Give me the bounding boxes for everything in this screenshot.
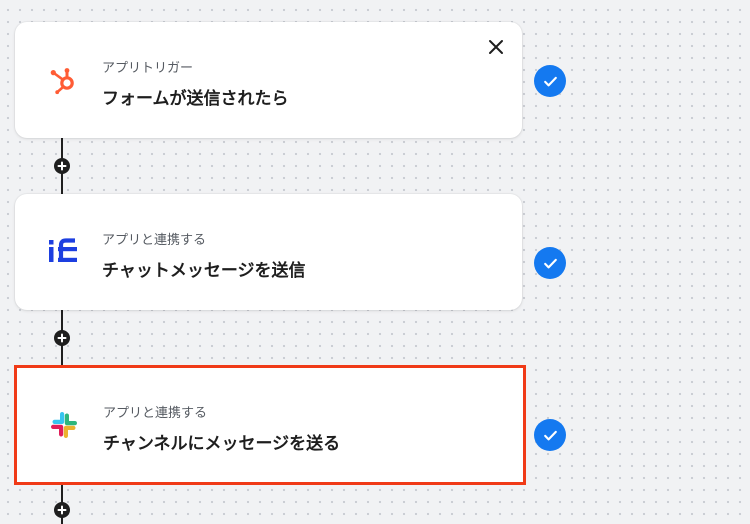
- step-title: フォームが送信されたら: [102, 89, 289, 109]
- flow-step-card-chat[interactable]: アプリと連携する チャットメッセージを送信: [15, 194, 522, 310]
- add-step-button[interactable]: [54, 330, 70, 346]
- plus-icon: [57, 161, 67, 171]
- plus-icon: [57, 333, 67, 343]
- slack-icon: [46, 407, 82, 443]
- flow-step-card-trigger[interactable]: アプリトリガー フォームが送信されたら: [15, 22, 522, 138]
- step-title: チャットメッセージを送信: [102, 261, 306, 281]
- add-step-button[interactable]: [54, 158, 70, 174]
- step-title: チャンネルにメッセージを送る: [103, 434, 341, 454]
- check-icon: [543, 76, 557, 86]
- hubspot-icon: [45, 62, 81, 98]
- check-icon: [543, 258, 557, 268]
- flow-step-card-slack[interactable]: アプリと連携する チャンネルにメッセージを送る: [14, 365, 526, 485]
- step-complete-badge: [534, 65, 566, 97]
- close-icon: [489, 40, 503, 54]
- step-type-label: アプリトリガー: [102, 61, 194, 76]
- close-button[interactable]: [487, 38, 505, 56]
- check-icon: [543, 430, 557, 440]
- step-complete-badge: [534, 247, 566, 279]
- step-complete-badge: [534, 419, 566, 451]
- plus-icon: [57, 505, 67, 515]
- if-logo-icon: [45, 234, 81, 270]
- step-type-label: アプリと連携する: [102, 233, 207, 248]
- step-type-label: アプリと連携する: [103, 406, 208, 421]
- add-step-button[interactable]: [54, 502, 70, 518]
